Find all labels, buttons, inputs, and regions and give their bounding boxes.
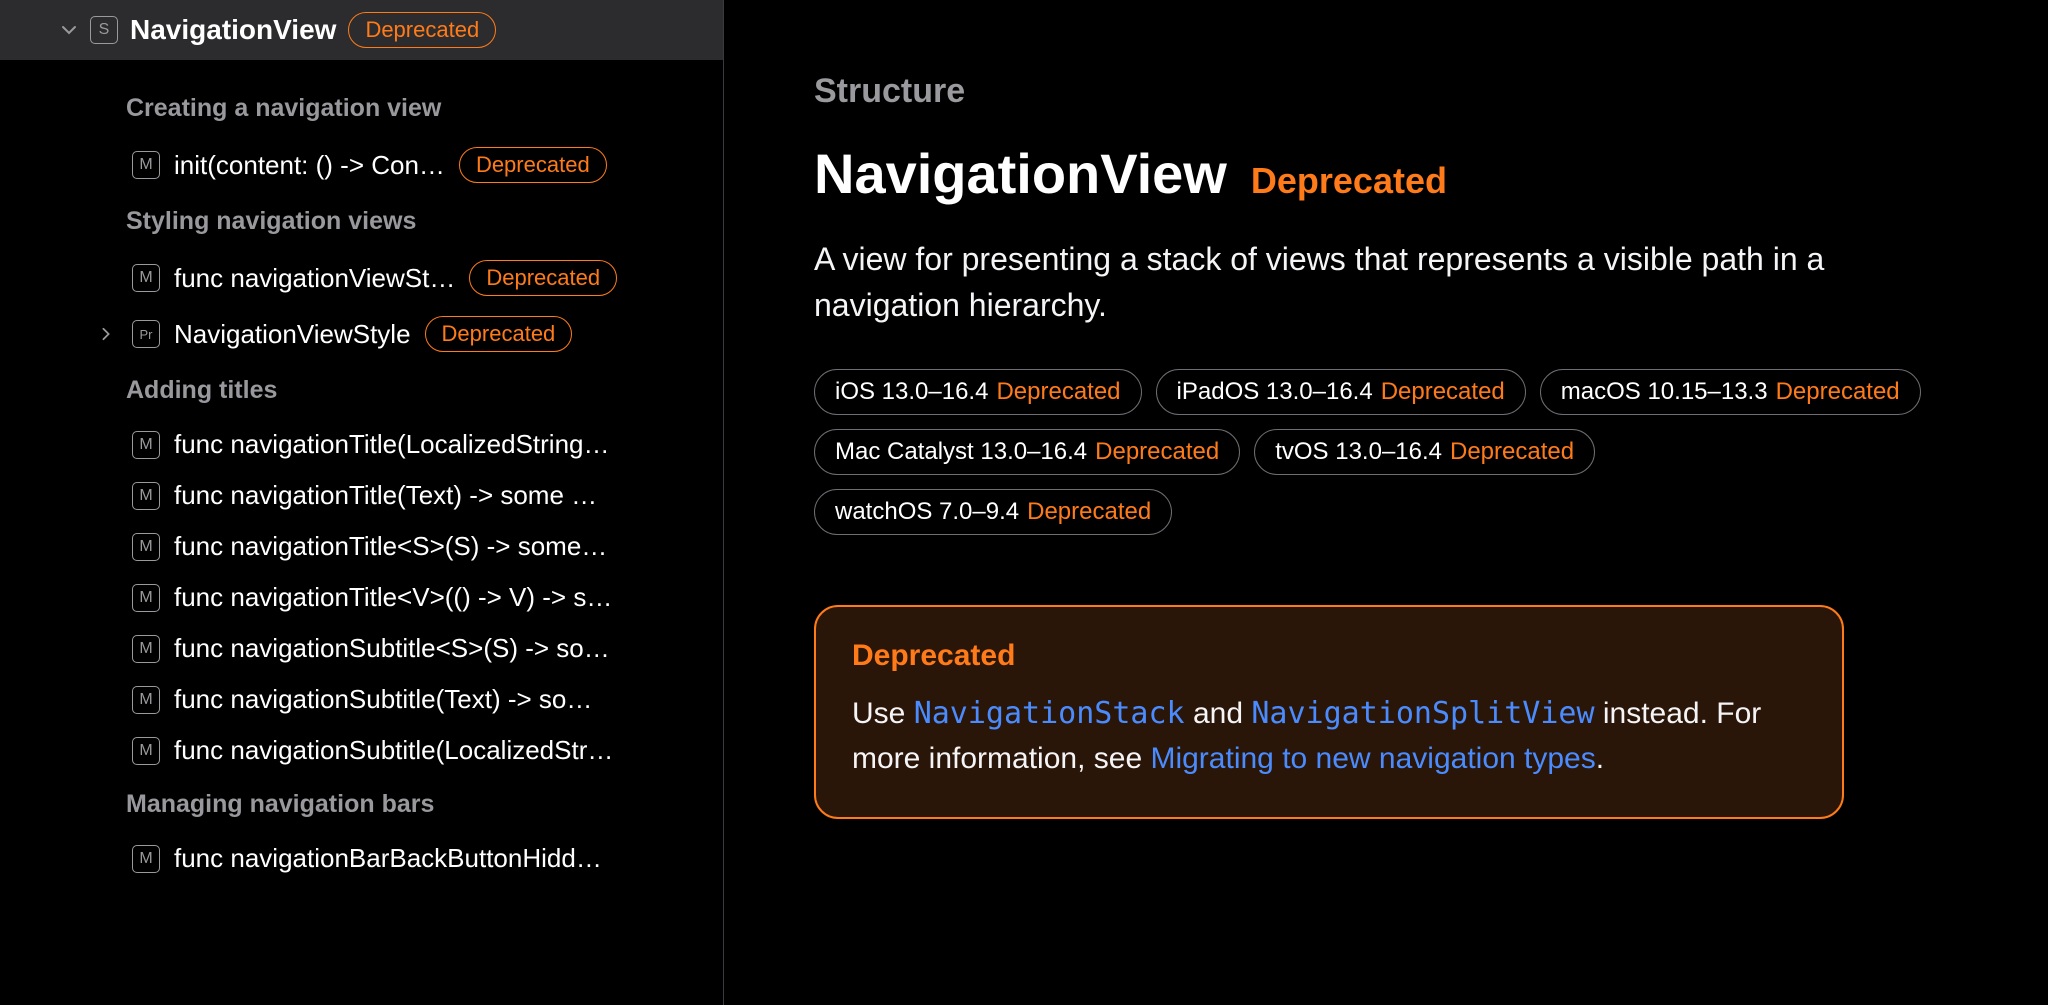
platform-pill: tvOS 13.0–16.4 Deprecated [1254, 429, 1595, 475]
sidebar-item-label: func navigationTitle<S>(S) -> some V… [174, 531, 614, 562]
symbol-icon: M [132, 635, 160, 663]
deprecation-notice: Deprecated Use NavigationStack and Navig… [814, 605, 1844, 819]
platform-status: Deprecated [1095, 438, 1219, 466]
platform-pill: watchOS 7.0–9.4 Deprecated [814, 489, 1172, 535]
deprecated-badge: Deprecated [425, 316, 573, 352]
symbol-icon: M [132, 482, 160, 510]
platform-name: watchOS 7.0–9.4 [835, 498, 1019, 526]
sidebar-item[interactable]: Minit(content: () -> Con… Deprecated [0, 137, 723, 193]
main-content: Structure NavigationView Deprecated A vi… [724, 0, 2048, 1005]
platform-pill: iOS 13.0–16.4 Deprecated [814, 369, 1142, 415]
notice-body: Use NavigationStack and NavigationSplitV… [852, 691, 1806, 781]
sidebar-item-label: func navigationBarBackButtonHidden… [174, 843, 614, 874]
deprecated-badge: Deprecated [459, 147, 607, 183]
deprecated-badge: Deprecated [348, 12, 496, 48]
sidebar-item-label: func navigationTitle<V>(() -> V) -> so… [174, 582, 614, 613]
chevron-down-icon[interactable] [60, 21, 78, 39]
symbol-icon: M [132, 533, 160, 561]
page-title-deprecated: Deprecated [1251, 160, 1447, 202]
sidebar-item-label: func navigationSubtitle(LocalizedStri… [174, 735, 614, 766]
platform-status: Deprecated [1027, 498, 1151, 526]
deprecated-badge: Deprecated [469, 260, 617, 296]
platform-pill: iPadOS 13.0–16.4 Deprecated [1156, 369, 1526, 415]
chevron-right-icon[interactable] [94, 327, 118, 341]
sidebar-item[interactable]: Mfunc navigationSubtitle(Text) -> som… [0, 674, 723, 725]
platform-name: iOS 13.0–16.4 [835, 378, 988, 406]
symbol-icon: M [132, 584, 160, 612]
sidebar-item[interactable]: Mfunc navigationViewSt… Deprecated [0, 250, 723, 306]
sidebar-item[interactable]: Mfunc navigationTitle<S>(S) -> some V… [0, 521, 723, 572]
platform-name: tvOS 13.0–16.4 [1275, 438, 1442, 466]
symbol-icon: M [132, 737, 160, 765]
sidebar-item-label: NavigationViewStyle [174, 319, 411, 350]
platform-name: iPadOS 13.0–16.4 [1177, 378, 1373, 406]
link-migrating[interactable]: Migrating to new navigation types [1150, 742, 1595, 775]
eyebrow: Structure [814, 72, 1958, 111]
symbol-icon: Pr [132, 320, 160, 348]
sidebar-item[interactable]: Mfunc navigationBarBackButtonHidden… [0, 833, 723, 884]
sidebar-header[interactable]: S NavigationView Deprecated [0, 0, 723, 60]
sidebar-item-label: func navigationViewSt… [174, 263, 455, 294]
link-navigationstack[interactable]: NavigationStack [914, 696, 1185, 731]
symbol-icon: M [132, 845, 160, 873]
platform-status: Deprecated [996, 378, 1120, 406]
symbol-icon: M [132, 686, 160, 714]
sidebar-item[interactable]: Mfunc navigationSubtitle<S>(S) -> so… [0, 623, 723, 674]
sidebar-item-label: init(content: () -> Con… [174, 150, 445, 181]
platform-name: macOS 10.15–13.3 [1561, 378, 1768, 406]
sidebar: S NavigationView Deprecated Creating a n… [0, 0, 724, 1005]
sidebar-item-label: func navigationSubtitle<S>(S) -> so… [174, 633, 610, 664]
platform-name: Mac Catalyst 13.0–16.4 [835, 438, 1087, 466]
sidebar-item-label: func navigationTitle(LocalizedStringK… [174, 429, 614, 460]
sidebar-item-label: func navigationSubtitle(Text) -> som… [174, 684, 614, 715]
sidebar-list: Creating a navigation viewMinit(content:… [0, 60, 723, 1005]
sidebar-item-label: func navigationTitle(Text) -> some Vi… [174, 480, 614, 511]
symbol-icon: M [132, 264, 160, 292]
platform-status: Deprecated [1381, 378, 1505, 406]
sidebar-item[interactable]: Mfunc navigationTitle<V>(() -> V) -> so… [0, 572, 723, 623]
platform-status: Deprecated [1450, 438, 1574, 466]
symbol-icon: M [132, 151, 160, 179]
page-title-row: NavigationView Deprecated [814, 141, 1958, 206]
link-navigationsplitview[interactable]: NavigationSplitView [1251, 696, 1594, 731]
platform-pill: Mac Catalyst 13.0–16.4 Deprecated [814, 429, 1240, 475]
symbol-icon: M [132, 431, 160, 459]
section-heading: Styling navigation views [0, 193, 723, 250]
page-title: NavigationView [814, 141, 1227, 206]
sidebar-item[interactable]: Mfunc navigationTitle(LocalizedStringK… [0, 419, 723, 470]
sidebar-header-title: NavigationView [130, 14, 336, 46]
platform-pills: iOS 13.0–16.4 Deprecated iPadOS 13.0–16.4 D… [814, 369, 1958, 535]
sidebar-item[interactable]: Mfunc navigationSubtitle(LocalizedStri… [0, 725, 723, 776]
summary: A view for presenting a stack of views t… [814, 236, 1844, 329]
sidebar-item[interactable]: Pr NavigationViewStyle Deprecated [0, 306, 723, 362]
platform-pill: macOS 10.15–13.3 Deprecated [1540, 369, 1921, 415]
sidebar-item[interactable]: Mfunc navigationTitle(Text) -> some Vi… [0, 470, 723, 521]
section-heading: Managing navigation bars [0, 776, 723, 833]
notice-title: Deprecated [852, 639, 1806, 673]
section-heading: Adding titles [0, 362, 723, 419]
struct-icon: S [90, 16, 118, 44]
platform-status: Deprecated [1776, 378, 1900, 406]
section-heading: Creating a navigation view [0, 80, 723, 137]
